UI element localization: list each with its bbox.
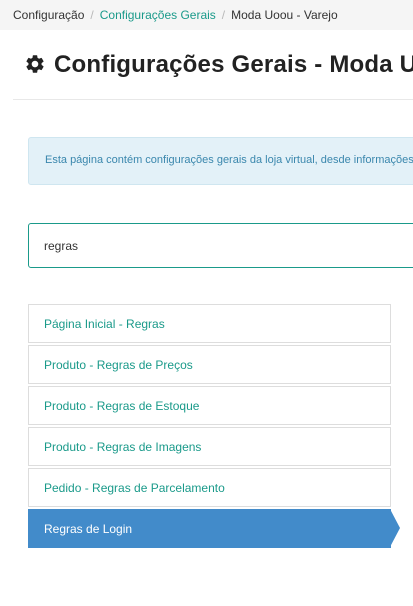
search-field[interactable] [28,223,413,268]
result-item-label: Produto - Regras de Preços [44,358,193,372]
info-alert-text: Esta página contém configurações gerais … [45,154,413,166]
result-item-label: Produto - Regras de Imagens [44,440,202,454]
result-item-produto-regras-precos[interactable]: Produto - Regras de Preços [28,345,391,384]
page-header: Configurações Gerais - Moda Uoou - Varej… [0,30,413,100]
breadcrumb-item-configuracao[interactable]: Configuração [13,0,84,30]
divider [13,99,413,100]
info-alert: Esta página contém configurações gerais … [28,137,413,185]
breadcrumb-item-configuracoes-gerais[interactable]: Configurações Gerais [100,0,216,30]
selected-arrow-icon [390,509,400,547]
result-item-label: Produto - Regras de Estoque [44,399,200,413]
page-title: Configurações Gerais - Moda Uoou - Varej… [54,51,413,78]
result-item-label: Página Inicial - Regras [44,317,165,331]
breadcrumb-separator: / [221,8,226,22]
gear-icon [26,55,44,73]
search-input[interactable] [44,236,404,256]
result-item-regras-de-login[interactable]: Regras de Login [28,509,400,548]
breadcrumb: Configuração / Configurações Gerais / Moda U… [0,0,413,30]
result-item-label: Regras de Login [44,522,133,536]
result-item-pagina-inicial-regras[interactable]: Página Inicial - Regras [28,304,391,343]
result-item-pedido-regras-parcelamento[interactable]: Pedido - Regras de Parcelamento [28,468,391,507]
result-item-label: Pedido - Regras de Parcelamento [44,481,225,495]
breadcrumb-item-current: Moda Uoou - Varejo [231,8,338,22]
result-item-produto-regras-estoque[interactable]: Produto - Regras de Estoque [28,386,391,425]
search-results-list: Página Inicial - Regras Produto - Regras… [28,304,400,550]
result-item-produto-regras-imagens[interactable]: Produto - Regras de Imagens [28,427,391,466]
breadcrumb-separator: / [90,8,94,22]
